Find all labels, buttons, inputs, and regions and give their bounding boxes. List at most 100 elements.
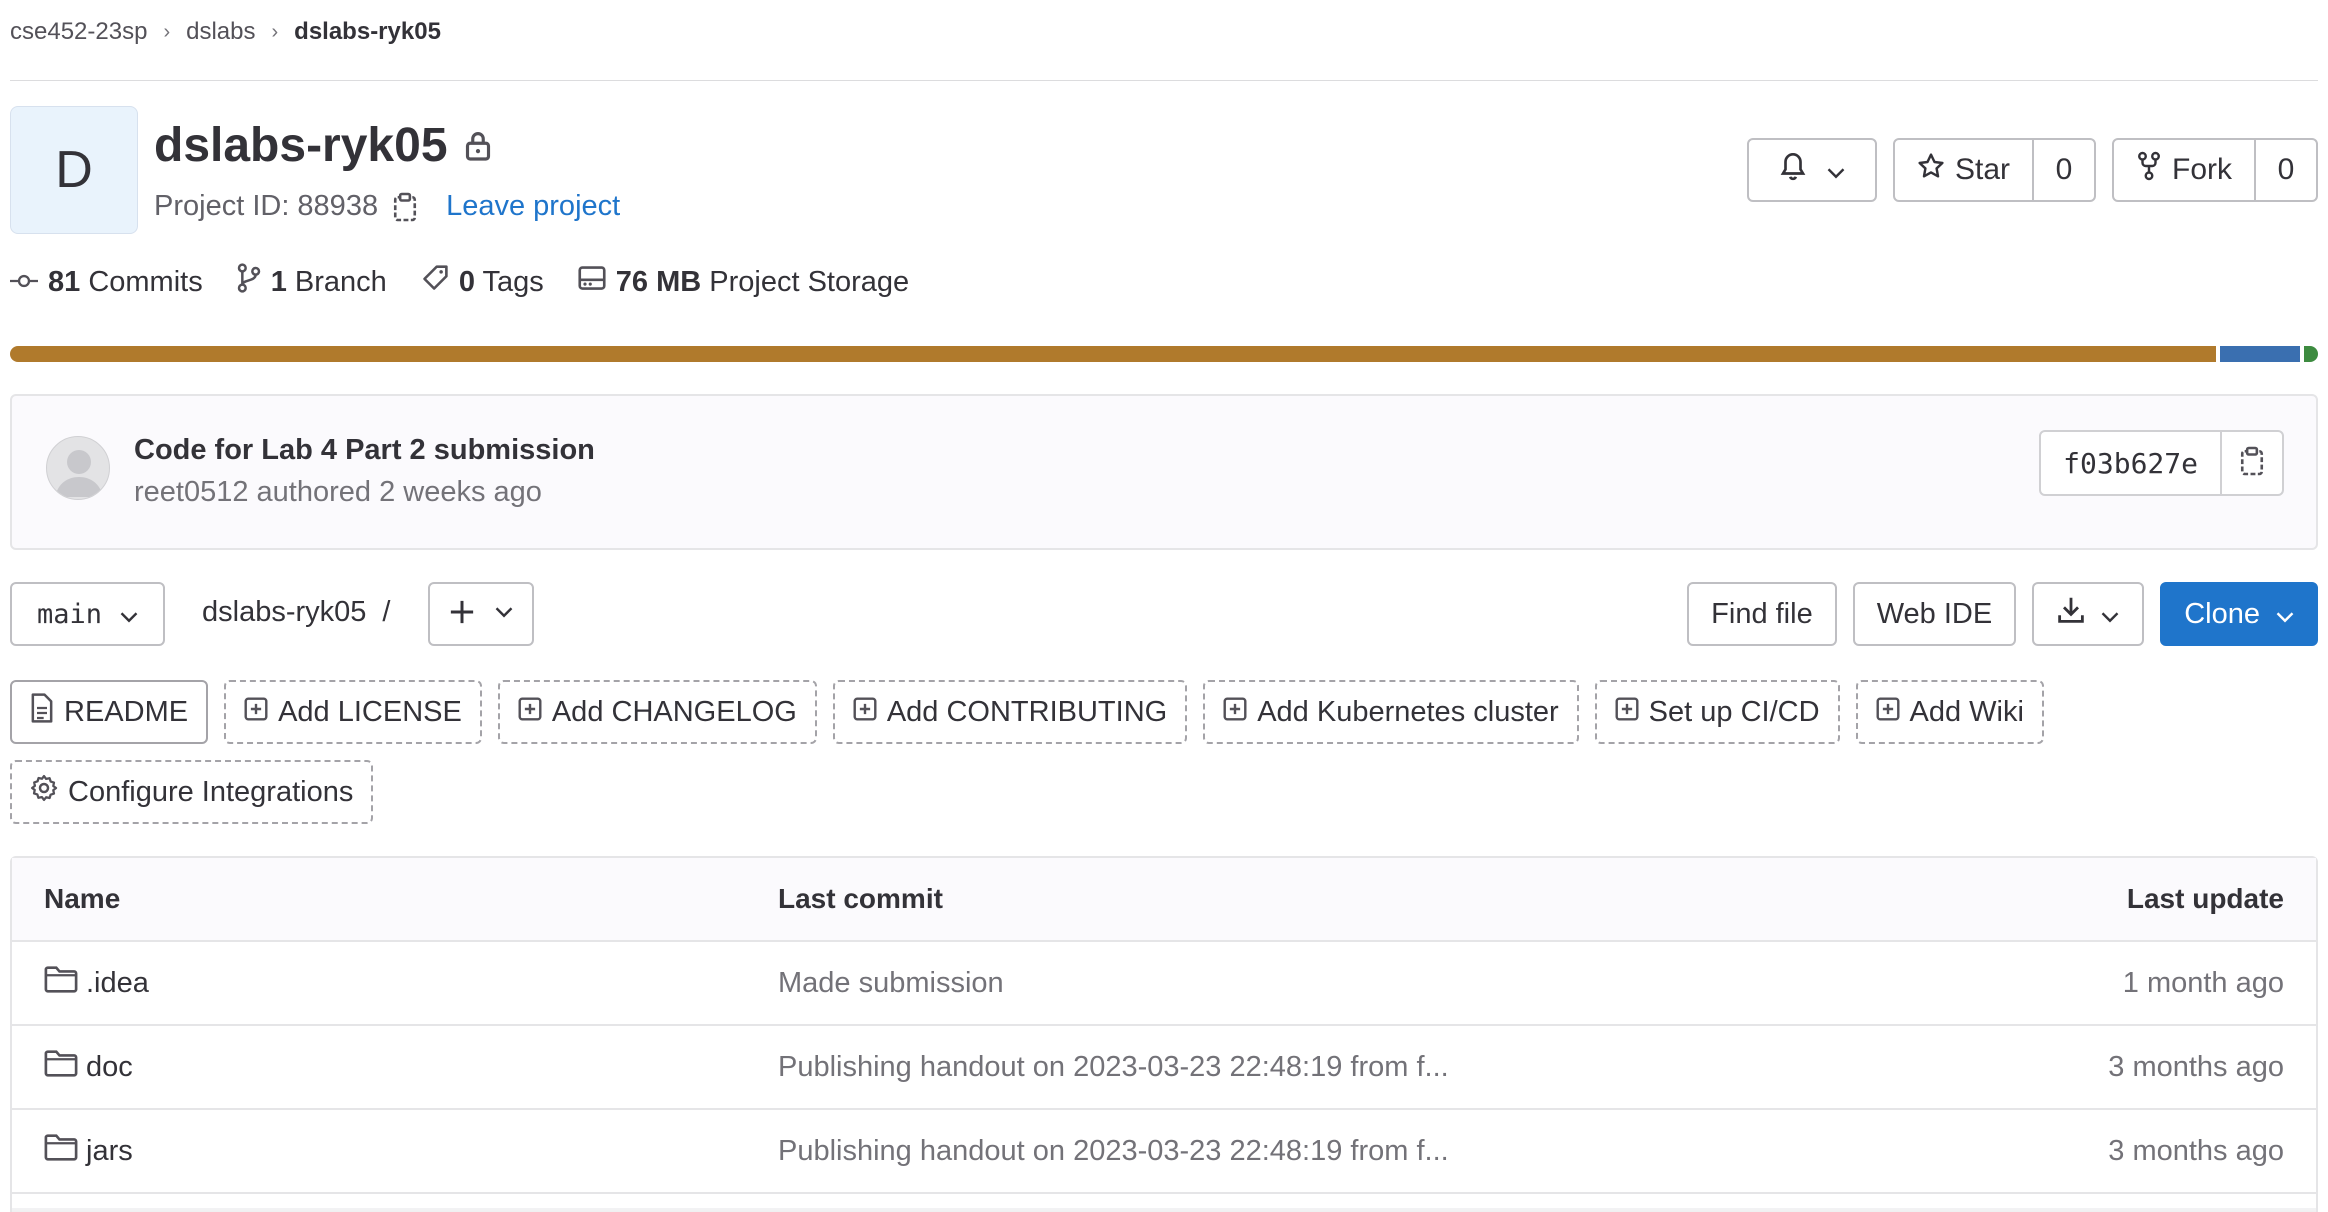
last-update: 3 months ago xyxy=(2108,1134,2284,1167)
divider xyxy=(10,80,2318,81)
branch-count: 1 xyxy=(270,265,287,298)
table-row[interactable]: doc Publishing handout on 2023-03-23 22:… xyxy=(12,1026,2316,1110)
tags-label: Tags xyxy=(482,265,544,298)
avatar[interactable] xyxy=(46,436,110,500)
file-name-cell[interactable]: .idea xyxy=(12,965,778,1001)
project-title: dslabs-ryk05 xyxy=(154,118,492,173)
add-changelog-button[interactable]: Add CHANGELOG xyxy=(497,680,817,744)
add-contributing-button[interactable]: Add CONTRIBUTING xyxy=(832,680,1188,744)
table-row[interactable]: jars Publishing handout on 2023-03-23 22… xyxy=(12,1110,2316,1194)
add-wiki-label: Add Wiki xyxy=(1909,695,2024,728)
language-segment[interactable] xyxy=(2304,346,2318,362)
branch-selector[interactable]: main xyxy=(10,582,165,646)
clone-dropdown[interactable]: Clone xyxy=(2160,582,2318,646)
star-button[interactable]: Star xyxy=(1895,140,2032,200)
leave-project-link[interactable]: Leave project xyxy=(446,190,620,223)
fork-count[interactable]: 0 xyxy=(2254,140,2316,200)
file-tree-table: Name Last commit Last update .idea Made … xyxy=(10,856,2318,1212)
storage-stat[interactable]: 76 MB Project Storage xyxy=(578,265,909,299)
language-segment[interactable] xyxy=(10,346,2216,362)
project-id: Project ID: 88938 xyxy=(154,190,379,222)
plus-square-icon xyxy=(1876,696,1900,729)
plus-square-icon xyxy=(853,696,877,729)
find-file-button[interactable]: Find file xyxy=(1687,582,1837,646)
scroll-edge xyxy=(12,1208,2316,1212)
repository-languages-bar[interactable] xyxy=(10,346,2318,362)
tags-stat[interactable]: 0 Tags xyxy=(421,264,544,300)
copy-icon xyxy=(2239,446,2265,481)
file-name-cell[interactable]: doc xyxy=(12,1049,778,1085)
add-to-tree-dropdown[interactable] xyxy=(428,582,534,646)
commits-label: Commits xyxy=(88,265,203,298)
breadcrumb-project[interactable]: dslabs-ryk05 xyxy=(294,18,441,46)
chevron-down-icon xyxy=(2101,598,2119,631)
chevron-down-icon xyxy=(1827,153,1845,187)
copy-icon[interactable] xyxy=(392,192,418,222)
language-segment[interactable] xyxy=(2220,346,2300,362)
commit-title[interactable]: Code for Lab 4 Part 2 submission xyxy=(134,434,595,467)
clone-label: Clone xyxy=(2184,597,2260,630)
storage-label: Project Storage xyxy=(709,265,910,298)
breadcrumb-group[interactable]: cse452-23sp xyxy=(10,18,147,46)
plus-square-icon xyxy=(518,696,542,729)
copy-sha-button[interactable] xyxy=(2220,432,2282,494)
project-stats: 81 Commits 1 Branch 0 Tags 76 MB Project… xyxy=(10,262,943,302)
storage-size: 76 MB xyxy=(615,265,702,298)
lock-icon xyxy=(464,118,492,173)
commit-sha[interactable]: f03b627e xyxy=(2041,432,2220,494)
branch-stat[interactable]: 1 Branch xyxy=(237,263,387,301)
add-license-button[interactable]: Add LICENSE xyxy=(224,680,482,744)
file-name[interactable]: doc xyxy=(86,1051,133,1084)
setup-cicd-button[interactable]: Set up CI/CD xyxy=(1594,680,1840,744)
file-name-cell[interactable]: jars xyxy=(12,1133,778,1169)
plus-square-icon xyxy=(1615,696,1639,729)
chevron-right-icon: › xyxy=(271,20,279,43)
star-label: Star xyxy=(1954,153,2010,186)
repository-path: dslabs-ryk05 / xyxy=(202,596,390,629)
setup-cicd-label: Set up CI/CD xyxy=(1648,695,1820,728)
readme-label: README xyxy=(64,695,189,728)
add-wiki-button[interactable]: Add Wiki xyxy=(1855,680,2044,744)
chevron-right-icon: › xyxy=(163,20,171,43)
commit-author-meta: reet0512 authored 2 weeks ago xyxy=(134,476,542,508)
path-separator: / xyxy=(382,596,391,628)
readme-button[interactable]: README xyxy=(10,680,209,744)
path-root[interactable]: dslabs-ryk05 xyxy=(202,596,366,628)
file-name[interactable]: jars xyxy=(86,1135,133,1168)
last-update: 1 month ago xyxy=(2122,966,2284,999)
header-actions: Star 0 Fork 0 xyxy=(1746,138,2318,202)
fork-button-group: Fork 0 xyxy=(2112,138,2318,202)
folder-icon xyxy=(44,1049,78,1085)
file-name[interactable]: .idea xyxy=(86,967,149,1000)
notifications-button[interactable] xyxy=(1746,138,1877,202)
download-icon xyxy=(2057,596,2085,632)
fork-button[interactable]: Fork xyxy=(2114,140,2254,200)
web-ide-button[interactable]: Web IDE xyxy=(1852,582,2017,646)
breadcrumb: cse452-23sp › dslabs › dslabs-ryk05 xyxy=(10,16,441,48)
folder-icon xyxy=(44,1133,78,1169)
project-meta: Project ID: 88938 Leave project xyxy=(154,190,620,223)
breadcrumb-subgroup[interactable]: dslabs xyxy=(186,18,255,46)
fork-label: Fork xyxy=(2172,153,2232,186)
branch-label: Branch xyxy=(294,265,387,298)
storage-icon xyxy=(578,265,606,299)
commit-message[interactable]: Publishing handout on 2023-03-23 22:48:1… xyxy=(778,1135,2016,1168)
star-count[interactable]: 0 xyxy=(2032,140,2094,200)
commit-message[interactable]: Made submission xyxy=(778,967,2016,1000)
download-dropdown[interactable] xyxy=(2032,582,2145,646)
project-name: dslabs-ryk05 xyxy=(154,119,448,172)
add-kubernetes-cluster-button[interactable]: Add Kubernetes cluster xyxy=(1203,680,1579,744)
project-page: cse452-23sp › dslabs › dslabs-ryk05 D ds… xyxy=(0,0,2328,1212)
star-icon xyxy=(1917,152,1945,188)
add-kubernetes-label: Add Kubernetes cluster xyxy=(1257,695,1559,728)
add-license-label: Add LICENSE xyxy=(278,695,462,728)
commit-sha-group: f03b627e xyxy=(2039,430,2284,496)
plus-square-icon xyxy=(1223,696,1247,729)
toolbar-actions: Find file Web IDE Clone xyxy=(1687,582,2318,646)
configure-integrations-button[interactable]: Configure Integrations xyxy=(10,760,374,824)
commits-stat[interactable]: 81 Commits xyxy=(10,266,203,299)
table-row[interactable]: .idea Made submission 1 month ago xyxy=(12,942,2316,1026)
repository-toolbar: main dslabs-ryk05 / Find file Web IDE Clo… xyxy=(10,582,2318,648)
commit-message[interactable]: Publishing handout on 2023-03-23 22:48:1… xyxy=(778,1051,2016,1084)
add-contributing-label: Add CONTRIBUTING xyxy=(886,695,1168,728)
